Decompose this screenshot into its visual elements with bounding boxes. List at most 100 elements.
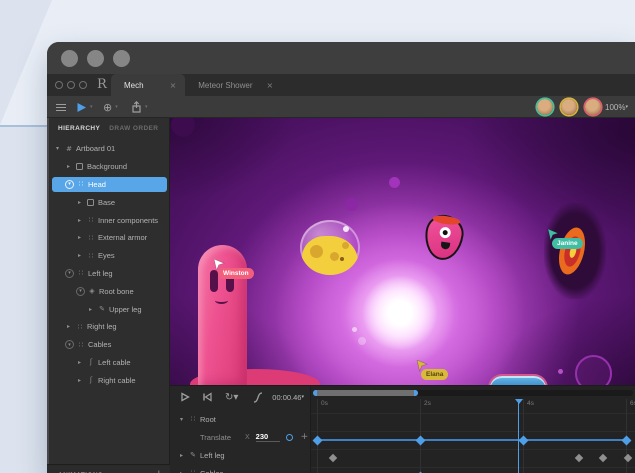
expand-caret-icon[interactable]: ▾	[65, 180, 74, 189]
hierarchy-item-left-leg[interactable]: ▾∷Left leg	[47, 265, 170, 283]
window-control-icon[interactable]	[67, 81, 75, 89]
artboard-icon: #	[64, 145, 74, 153]
expand-caret-icon[interactable]: ▸	[178, 452, 185, 459]
expand-caret-icon[interactable]: ▸	[76, 377, 83, 384]
traffic-light-icon[interactable]	[87, 50, 104, 67]
hierarchy-item-right-cable[interactable]: ▸ʃRight cable	[47, 371, 170, 389]
keyframe[interactable]	[415, 435, 425, 445]
zoom-control[interactable]: 100%▾	[605, 96, 628, 118]
create-tools-icon[interactable]: ⊕▾	[103, 96, 118, 118]
collaborator-red-avatar[interactable]	[585, 99, 601, 115]
interpolation-button[interactable]	[252, 389, 264, 405]
timeline-scrollbar-handle[interactable]	[313, 390, 418, 396]
hierarchy-item-head[interactable]: ▾∷Head	[47, 176, 170, 194]
expand-caret-icon[interactable]: ▸	[76, 217, 83, 224]
menu-icon[interactable]	[56, 96, 66, 118]
hierarchy-item-label: Base	[98, 198, 115, 207]
app-window: R Mech×Meteor Shower× ▾ ⊕▾ ▾ 100%▾	[47, 42, 635, 473]
hierarchy-item-base[interactable]: ▸ Base	[47, 193, 170, 211]
keyframe-toggle-icon[interactable]	[286, 434, 293, 441]
hierarchy-item-cables[interactable]: ▾∷Cables	[47, 336, 170, 354]
hierarchy-item-external-armor[interactable]: ▸∷External armor	[47, 229, 170, 247]
window-control-icon[interactable]	[55, 81, 63, 89]
expand-caret-icon[interactable]: ▸	[87, 306, 94, 313]
window-titlebar	[47, 42, 635, 74]
add-key-icon[interactable]: +	[301, 432, 309, 442]
caret-glyph: ▾	[68, 342, 71, 348]
hierarchy-item-label: Eyes	[98, 251, 115, 260]
expand-caret-icon[interactable]: ▾	[54, 145, 61, 152]
hierarchy-item-background[interactable]: ▸Background	[47, 158, 170, 176]
tab-label: Mech	[124, 81, 144, 90]
close-icon[interactable]: ×	[170, 81, 177, 90]
close-icon[interactable]: ×	[267, 81, 274, 90]
hierarchy-item-inner-components[interactable]: ▸∷Inner components	[47, 211, 170, 229]
expand-caret-icon[interactable]: ▾	[76, 287, 85, 296]
expand-caret-icon[interactable]: ▸	[65, 323, 72, 330]
hierarchy-item-upper-leg[interactable]: ▸✎Upper leg	[47, 300, 170, 318]
document-tabs: Mech×Meteor Shower×	[111, 74, 282, 96]
expand-caret-icon[interactable]: ▸	[76, 252, 83, 259]
playhead-handle[interactable]	[515, 399, 523, 404]
expand-caret-icon[interactable]: ▾	[65, 269, 74, 278]
keyframe[interactable]	[518, 435, 528, 445]
app-logo: R	[97, 77, 107, 93]
hierarchy-item-artboard-01[interactable]: ▾#Artboard 01	[47, 140, 170, 158]
timeline-row-root[interactable]: ▾∷Root	[170, 410, 310, 428]
expand-caret-icon[interactable]: ▸	[65, 163, 72, 170]
fire-splat[interactable]	[544, 203, 606, 299]
traffic-light-icon[interactable]	[113, 50, 130, 67]
hierarchy-item-left-cable[interactable]: ▸ʃLeft cable	[47, 354, 170, 372]
expand-caret-icon[interactable]: ▸	[76, 359, 83, 366]
group-icon: ∷	[76, 180, 86, 188]
tab-hierarchy[interactable]: HIERARCHY	[58, 125, 100, 132]
play-button[interactable]	[180, 389, 190, 405]
group-icon: ∷	[86, 216, 96, 224]
timeline-row-translate[interactable]: TranslateX230+	[170, 428, 310, 446]
expand-caret-icon[interactable]: ▾	[65, 340, 74, 349]
window-control-icon[interactable]	[79, 81, 87, 89]
tab-mech[interactable]: Mech ×	[111, 74, 185, 96]
tab-draw-order[interactable]: DRAW ORDER	[109, 125, 158, 132]
time-display[interactable]: 00:00.46▾	[272, 389, 304, 405]
group-icon: ∷	[188, 415, 198, 423]
pen-icon: ✎	[188, 451, 198, 459]
cursor-winston: Winston	[213, 258, 225, 276]
timeline-row-left-leg[interactable]: ▸✎Left leg	[170, 446, 310, 464]
tab-meteor-shower[interactable]: Meteor Shower×	[185, 74, 282, 96]
playhead-line[interactable]	[518, 399, 520, 473]
jelly-mouth	[440, 242, 450, 250]
keyframe[interactable]	[621, 435, 631, 445]
loop-mode-button[interactable]: ↻▾	[225, 389, 238, 405]
hierarchy-item-label: Upper leg	[109, 305, 142, 314]
keyframe[interactable]	[312, 435, 322, 445]
cursor-elana: Elana	[416, 359, 428, 377]
keyframe[interactable]	[599, 454, 607, 462]
group-icon: ∷	[86, 252, 96, 260]
timeline-row-cables[interactable]: ▸∷Cables	[170, 464, 310, 473]
hierarchy-item-eyes[interactable]: ▸∷Eyes	[47, 247, 170, 265]
traffic-light-icon[interactable]	[61, 50, 78, 67]
hierarchy-item-label: Artboard 01	[76, 144, 115, 153]
group-icon: ∷	[188, 469, 198, 473]
expand-caret-icon[interactable]: ▾	[178, 416, 185, 423]
hierarchy-item-root-bone[interactable]: ▾◈Root bone	[47, 282, 170, 300]
character-dome[interactable]	[488, 374, 548, 385]
hierarchy-item-right-leg[interactable]: ▸∷Right leg	[47, 318, 170, 336]
stage-canvas[interactable]: WinstonJanineElana	[170, 118, 635, 385]
keyframe[interactable]	[329, 454, 337, 462]
export-icon[interactable]: ▾	[131, 96, 148, 118]
transform-tool-icon[interactable]: ▾	[76, 96, 93, 118]
add-animation-button[interactable]: +	[156, 468, 162, 473]
timeline-panel: ↻▾ 00:00.46▾ ▾∷RootTranslateX230+▸✎Left …	[170, 385, 635, 473]
expand-caret-icon[interactable]: ▸	[76, 234, 83, 241]
expand-caret-icon[interactable]: ▸	[178, 470, 185, 473]
keyframe[interactable]	[575, 454, 583, 462]
collaborator-teal-avatar[interactable]	[537, 99, 553, 115]
skip-to-start-button[interactable]	[202, 389, 212, 405]
value-input[interactable]: 230	[256, 432, 280, 442]
expand-caret-icon[interactable]: ▸	[76, 199, 83, 206]
hierarchy-item-label: Left leg	[88, 269, 113, 278]
collaborator-yellow-avatar[interactable]	[561, 99, 577, 115]
character-bubble[interactable]	[300, 220, 360, 275]
